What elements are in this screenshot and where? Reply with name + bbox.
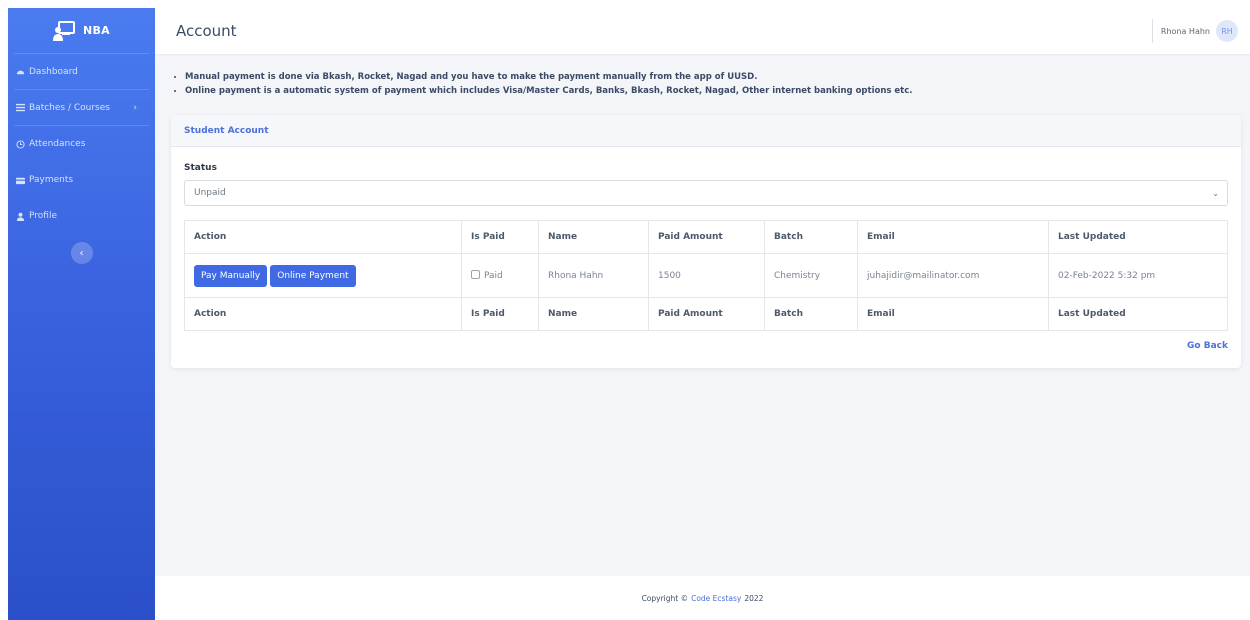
sidebar-collapse-button[interactable]: ‹ xyxy=(70,242,93,264)
status-select[interactable]: Unpaid ⌄ xyxy=(184,180,1228,206)
paid-checkbox-label: Paid xyxy=(484,271,503,281)
copyright-year: 2022 xyxy=(744,593,764,603)
column-footer-batch: Batch xyxy=(764,297,858,331)
column-header-action: Action xyxy=(184,220,462,254)
online-payment-button[interactable]: Online Payment xyxy=(270,264,356,287)
chevron-left-icon: ‹ xyxy=(79,247,84,259)
column-header-last-updated: Last Updated xyxy=(1048,220,1228,254)
sidebar: NBA Dashboard Batches / Courses › Attend… xyxy=(8,8,155,620)
column-header-name: Name xyxy=(538,220,649,254)
chevron-down-icon: ⌄ xyxy=(1212,189,1219,198)
brand[interactable]: NBA xyxy=(14,8,149,54)
clock-icon xyxy=(16,139,25,149)
copyright-prefix: Copyright © xyxy=(641,593,689,603)
chevron-right-icon: › xyxy=(133,102,137,113)
is-paid-cell: Paid xyxy=(461,253,539,298)
action-cell: Pay Manually Online Payment xyxy=(184,253,462,298)
sidebar-item-label: Attendances xyxy=(29,139,86,149)
sidebar-item-label: Dashboard xyxy=(29,66,78,77)
sidebar-item-label: Profile xyxy=(29,211,57,221)
column-header-is-paid: Is Paid xyxy=(461,220,539,254)
column-header-paid-amount: Paid Amount xyxy=(648,220,765,254)
avatar[interactable]: RH xyxy=(1216,20,1238,42)
note-online-payment: Online payment is a automatic system of … xyxy=(185,84,1250,98)
column-header-batch: Batch xyxy=(764,220,858,254)
sidebar-item-attendances[interactable]: Attendances xyxy=(8,126,155,162)
sidebar-item-profile[interactable]: Profile xyxy=(8,198,155,234)
name-cell: Rhona Hahn xyxy=(538,253,649,298)
footer-company-link[interactable]: Code Ecstasy xyxy=(691,594,741,603)
paid-amount-cell: 1500 xyxy=(648,253,765,298)
brand-name: NBA xyxy=(82,24,110,37)
table-footer-row: Action Is Paid Name Paid Amount Batch Em… xyxy=(184,297,1228,331)
column-footer-paid-amount: Paid Amount xyxy=(648,297,765,331)
account-table: Action Is Paid Name Paid Amount Batch Em… xyxy=(184,220,1228,331)
page-title: Account xyxy=(176,22,237,40)
table-row: Pay Manually Online Payment Paid Rhona Ha… xyxy=(184,253,1228,298)
sidebar-item-label: Payments xyxy=(29,175,74,185)
column-footer-name: Name xyxy=(538,297,649,331)
sidebar-item-dashboard[interactable]: Dashboard xyxy=(14,54,149,90)
user-name: Rhona Hahn xyxy=(1160,26,1210,36)
column-footer-last-updated: Last Updated xyxy=(1048,297,1228,331)
sidebar-item-batches-courses[interactable]: Batches / Courses › xyxy=(14,90,149,126)
payment-notes: Manual payment is done via Bkash, Rocket… xyxy=(155,54,1250,98)
paid-checkbox[interactable] xyxy=(471,270,480,279)
user-menu[interactable]: Rhona Hahn RH xyxy=(1151,19,1238,43)
batch-cell: Chemistry xyxy=(764,253,858,298)
card-icon xyxy=(16,177,25,184)
classroom-icon xyxy=(52,20,75,41)
pay-manually-button[interactable]: Pay Manually xyxy=(194,264,268,287)
card-title: Student Account xyxy=(171,115,1241,147)
last-updated-cell: 02-Feb-2022 5:32 pm xyxy=(1048,253,1228,298)
dashboard-icon xyxy=(16,70,25,75)
sidebar-item-payments[interactable]: Payments xyxy=(8,162,155,198)
user-icon xyxy=(16,212,25,221)
column-footer-action: Action xyxy=(184,297,462,331)
note-manual-payment: Manual payment is done via Bkash, Rocket… xyxy=(185,70,1250,84)
main-content: Account Rhona Hahn RH Manual payment is … xyxy=(155,8,1250,620)
go-back-link[interactable]: Go Back xyxy=(1187,341,1228,351)
student-account-card: Student Account Status Unpaid ⌄ Action I… xyxy=(171,115,1241,368)
email-cell: juhajidir@mailinator.com xyxy=(857,253,1049,298)
column-header-email: Email xyxy=(857,220,1049,254)
footer: Copyright © Code Ecstasy 2022 xyxy=(155,576,1250,620)
status-selected-value: Unpaid xyxy=(194,188,226,198)
list-icon xyxy=(16,103,25,112)
status-label: Status xyxy=(184,163,217,173)
column-footer-is-paid: Is Paid xyxy=(461,297,539,331)
table-header-row: Action Is Paid Name Paid Amount Batch Em… xyxy=(184,220,1228,254)
column-footer-email: Email xyxy=(857,297,1049,331)
top-header: Account Rhona Hahn RH xyxy=(155,8,1250,54)
sidebar-item-label: Batches / Courses xyxy=(29,102,110,113)
